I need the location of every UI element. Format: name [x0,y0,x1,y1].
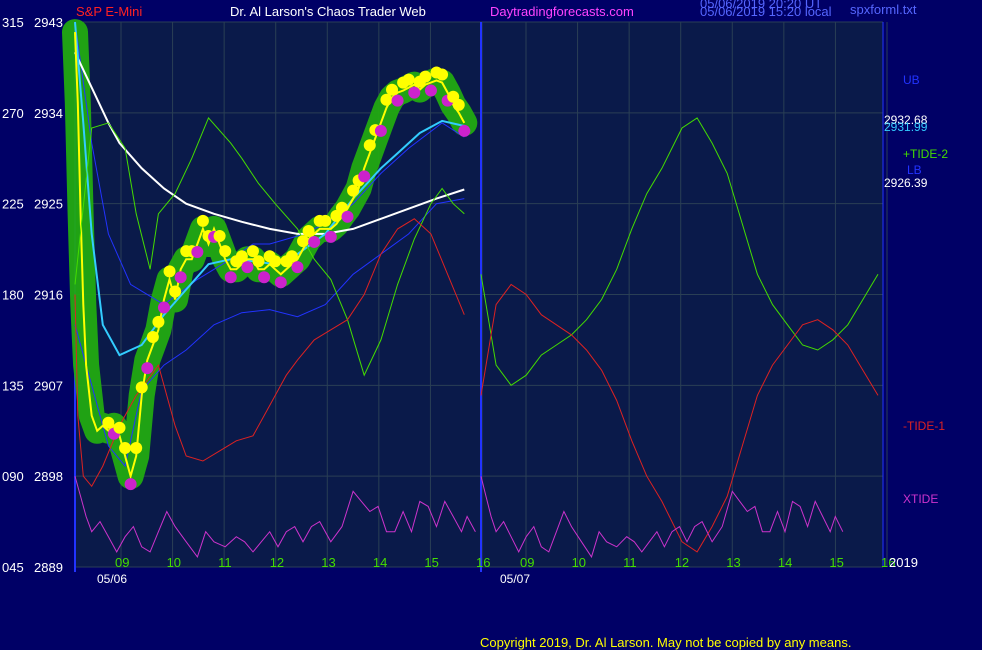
low-marker [191,246,204,259]
site-link[interactable]: Daytradingforecasts.com [490,4,634,19]
y-tick-left: 315 [2,15,24,30]
x-tick-label: 11 [218,555,232,570]
low-marker [358,170,371,183]
x-tick-label: 10 [572,555,586,570]
low-marker [374,124,387,137]
y-tick-right: 2916 [34,288,63,303]
high-marker [169,285,182,298]
x-tick-label: 13 [726,555,740,570]
low-marker [424,84,437,97]
high-marker [130,441,143,454]
low-marker [458,124,471,137]
low-marker [157,301,170,314]
high-marker [297,235,310,248]
x-tick-label: 13 [321,555,335,570]
low-marker [274,276,287,289]
year-label: 2019 [889,555,918,570]
low-marker [258,271,271,284]
value-label: 2931.99 [884,120,928,134]
high-marker [285,250,298,263]
xtide-label: XTIDE [903,492,938,506]
x-tick-label: 14 [778,555,792,570]
y-tick-left: 270 [2,106,24,121]
high-marker [102,416,115,429]
high-marker [152,315,165,328]
high-marker [269,255,282,268]
low-marker [308,235,321,248]
time-stamp-local: 05/06/2019 15:20 local [700,4,832,19]
low-marker [341,210,354,223]
high-marker [386,83,399,96]
high-marker [146,330,159,343]
chart: 315 2943 270 2934 225 2925 180 2916 135 2907 090 28… [2,0,948,650]
high-marker [119,441,132,454]
x-tick-label: 09 [520,555,534,570]
y-tick-left: 225 [2,197,24,212]
low-marker [408,86,421,99]
high-marker [252,255,265,268]
low-marker [324,230,337,243]
high-marker [436,68,449,81]
high-marker [319,214,332,227]
high-marker [235,250,248,263]
high-marker [380,93,393,106]
high-marker [452,98,465,111]
chart-title: S&P E-Mini [76,4,142,19]
low-marker [391,94,404,107]
y-tick-left: 090 [2,469,24,484]
x-tick-label: 14 [373,555,387,570]
tide1-label: -TIDE-1 [903,419,945,433]
y-tick-left: 135 [2,378,24,393]
low-marker [291,261,304,274]
y-tick-right: 2925 [34,197,63,212]
date-label: 05/07 [500,572,530,586]
x-tick-label: 15 [424,555,438,570]
high-marker [419,70,432,83]
date-label: 05/06 [97,572,127,586]
y-tick-right: 2898 [34,469,63,484]
tide2-label: +TIDE-2 [903,147,948,161]
high-marker [347,184,360,197]
high-marker [302,224,315,237]
y-tick-left: 045 [2,560,24,575]
low-marker [174,271,187,284]
x-tick-label: 16 [476,555,490,570]
high-marker [113,421,126,434]
high-marker [163,265,176,278]
data-file-name: spxforml.txt [850,2,917,17]
low-marker [224,271,237,284]
low-marker [241,261,254,274]
copyright-notice: Copyright 2019, Dr. Al Larson. May not b… [480,635,851,650]
lb-label: LB [907,163,922,177]
y-tick-right: 2907 [34,378,63,393]
high-marker [135,381,148,394]
high-marker [363,139,376,152]
x-tick-label: 09 [115,555,129,570]
x-tick-label: 12 [675,555,689,570]
x-tick-label: 10 [167,555,181,570]
high-marker [402,73,415,86]
x-tick-label: 12 [270,555,284,570]
ub-label: UB [903,73,920,87]
high-marker [213,230,226,243]
y-tick-right: 2943 [34,15,63,30]
high-marker [246,245,259,258]
x-tick-label: 11 [623,555,637,570]
high-marker [219,245,232,258]
y-tick-right: 2889 [34,560,63,575]
x-tick-label: 15 [829,555,843,570]
author-label: Dr. Al Larson's Chaos Trader Web [230,4,426,19]
low-marker [141,362,154,375]
y-tick-right: 2934 [34,106,63,121]
low-marker [124,478,137,491]
y-tick-left: 180 [2,288,24,303]
value-label: 2926.39 [884,176,928,190]
high-marker [196,214,209,227]
